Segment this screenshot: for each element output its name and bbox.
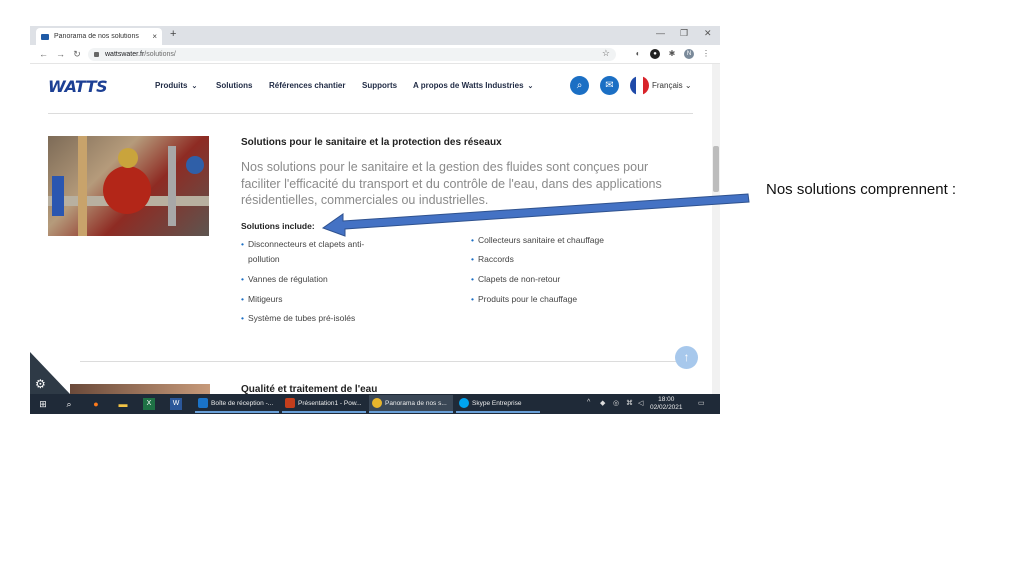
gear-icon[interactable]: ⚙ — [35, 377, 46, 391]
outlook-icon — [198, 398, 208, 408]
divider — [48, 113, 693, 114]
close-tab-icon[interactable]: × — [152, 32, 157, 41]
nav-a-propos[interactable]: A propos de Watts Industries ⌄ — [413, 81, 533, 90]
list-item: Raccords — [471, 252, 514, 267]
reload-icon[interactable]: ↻ — [73, 49, 81, 60]
language-select[interactable]: Français ⌄ — [652, 81, 692, 90]
new-tab-button[interactable]: + — [170, 28, 176, 40]
list-item: Produits pour le chauffage — [471, 292, 577, 307]
notifications-icon[interactable]: ▭ — [698, 399, 705, 407]
web-page: WATTS Produits ⌄ Solutions Références cha… — [30, 64, 720, 398]
taskbar-clock[interactable]: 18:00 02/02/2021 — [650, 396, 683, 412]
list-item: Vannes de régulation — [241, 272, 328, 287]
puzzle-extensions-icon[interactable]: ✱ — [667, 49, 677, 59]
watts-logo[interactable]: WATTS — [48, 76, 108, 96]
scrollbar[interactable] — [712, 64, 720, 394]
tab-title: Panorama de nos solutions — [54, 33, 139, 40]
list-item-continuation: pollution — [248, 254, 280, 264]
url-input[interactable]: wattswater.fr/solutions/ ☆ — [88, 48, 616, 61]
extension-icon[interactable]: ◐ — [633, 49, 643, 59]
scroll-to-top-button[interactable]: ↑ — [675, 346, 698, 369]
forward-icon[interactable]: → — [56, 49, 65, 59]
restore-icon[interactable]: ❐ — [680, 28, 688, 39]
chrome-icon — [372, 398, 382, 408]
taskbar-app-skype[interactable]: Skype Entreprise — [456, 395, 540, 413]
valve-product-photo — [48, 136, 209, 236]
bookmark-star-icon[interactable]: ☆ — [602, 48, 610, 59]
file-explorer-icon[interactable]: ▬ — [117, 398, 129, 410]
windows-start-icon[interactable]: ⊞ — [37, 398, 49, 410]
search-icon[interactable]: ⌕ — [63, 398, 75, 410]
arrow-up-icon: ↑ — [683, 350, 690, 364]
excel-icon[interactable]: X — [143, 398, 155, 410]
show-hidden-icons-chevron-icon[interactable]: ^ — [587, 399, 590, 406]
nav-produits[interactable]: Produits ⌄ — [155, 81, 197, 90]
list-item: Collecteurs sanitaire et chauffage — [471, 233, 604, 248]
windows-taskbar: ⊞ ⌕ ● ▬ X W Boîte de réception -... Prés… — [30, 394, 720, 414]
browser-tab[interactable]: Panorama de nos solutions × — [36, 28, 162, 45]
menu-kebab-icon[interactable]: ⋮ — [701, 49, 711, 59]
contact-button[interactable]: ✉ — [600, 76, 619, 95]
nav-supports[interactable]: Supports — [362, 81, 397, 90]
lock-icon — [94, 52, 99, 57]
taskbar-app-powerpoint[interactable]: Présentation1 - Pow... — [282, 395, 366, 413]
close-window-icon[interactable]: ✕ — [704, 28, 712, 39]
clock-date: 02/02/2021 — [650, 404, 683, 411]
search-icon: ⌕ — [576, 80, 583, 91]
solutions-include-heading: Solutions include: — [241, 221, 315, 231]
scrollbar-thumb[interactable] — [713, 146, 719, 192]
search-button[interactable]: ⌕ — [570, 76, 589, 95]
taskbar-app-chrome[interactable]: Panorama de nos s... — [369, 395, 453, 413]
profile-avatar[interactable]: N — [684, 49, 694, 59]
list-item: Clapets de non-retour — [471, 272, 560, 287]
section-title: Solutions pour le sanitaire et la protec… — [241, 137, 502, 148]
taskbar-app-outlook[interactable]: Boîte de réception -... — [195, 395, 279, 413]
firefox-icon[interactable]: ● — [90, 398, 102, 410]
slide: Panorama de nos solutions × + — ❐ ✕ ← → … — [0, 0, 1024, 574]
list-item: Mitigeurs — [241, 292, 282, 307]
chevron-down-icon: ⌄ — [527, 83, 534, 90]
section-description: Nos solutions pour le sanitaire et la ge… — [241, 160, 662, 207]
volume-tray-icon[interactable]: ◁ — [638, 399, 643, 407]
mail-icon: ✉ — [605, 80, 614, 91]
url-path: /solutions/ — [144, 51, 176, 58]
chevron-down-icon: ⌄ — [684, 81, 692, 90]
french-flag-icon[interactable] — [630, 76, 649, 95]
chevron-down-icon: ⌄ — [191, 83, 198, 90]
tab-strip: Panorama de nos solutions × + — ❐ ✕ — [30, 26, 720, 45]
word-icon[interactable]: W — [170, 398, 182, 410]
divider — [80, 361, 693, 362]
network-tray-icon[interactable]: ⌘ — [626, 399, 633, 407]
slide-annotation: Nos solutions comprennent : — [766, 181, 957, 198]
url-host: wattswater.fr — [105, 51, 145, 58]
dropbox-tray-icon[interactable]: ◆ — [600, 399, 605, 407]
nav-solutions[interactable]: Solutions — [216, 81, 252, 90]
powerpoint-icon — [285, 398, 295, 408]
back-icon[interactable]: ← — [39, 49, 48, 59]
address-bar: ← → ↻ wattswater.fr/solutions/ ☆ ◐ ● ✱ N… — [30, 45, 720, 64]
browser-screenshot: Panorama de nos solutions × + — ❐ ✕ ← → … — [30, 26, 720, 414]
sync-tray-icon[interactable]: ◎ — [613, 399, 619, 407]
logo-text: WATTS — [48, 76, 108, 96]
list-item: Disconnecteurs et clapets anti- — [241, 237, 364, 252]
minimize-icon[interactable]: — — [656, 28, 665, 38]
list-item: Système de tubes pré-isolés — [241, 311, 355, 326]
skype-icon — [459, 398, 469, 408]
clock-time: 18:00 — [658, 396, 675, 403]
adblock-extension-icon[interactable]: ● — [650, 49, 660, 59]
watts-favicon-icon — [41, 33, 49, 40]
nav-references-chantier[interactable]: Références chantier — [269, 81, 345, 90]
